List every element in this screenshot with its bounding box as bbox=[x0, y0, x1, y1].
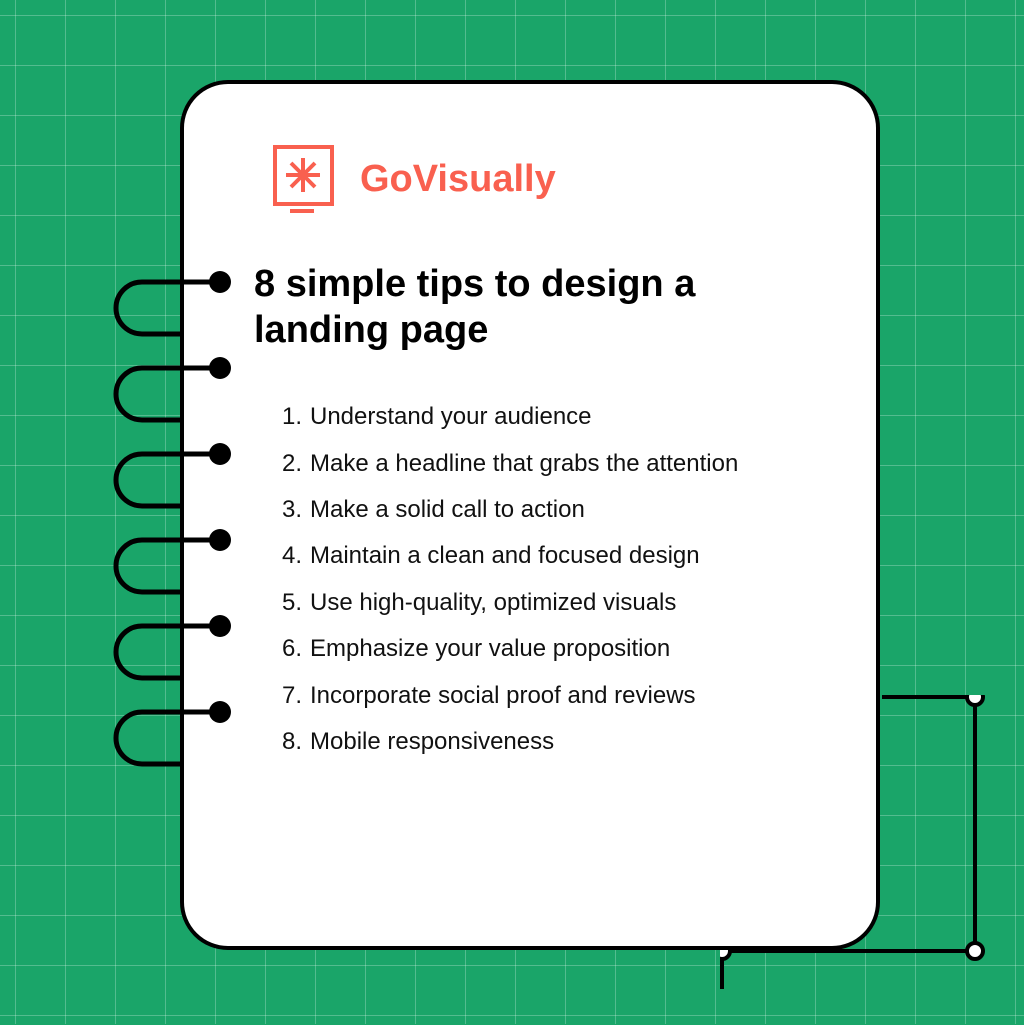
list-item: 5.Use high-quality, optimized visuals bbox=[274, 587, 816, 619]
spiral-binding-icon bbox=[110, 270, 250, 830]
brand-name: GoVisually bbox=[360, 158, 556, 201]
tips-list: 1.Understand your audience 2.Make a head… bbox=[254, 401, 816, 758]
list-item: 1.Understand your audience bbox=[274, 401, 816, 433]
tip-text: Maintain a clean and focused design bbox=[310, 540, 816, 572]
tip-text: Understand your audience bbox=[310, 401, 816, 433]
tip-text: Make a solid call to action bbox=[310, 494, 816, 526]
list-item: 6.Emphasize your value proposition bbox=[274, 633, 816, 665]
notepad-card: GoVisually 8 simple tips to design a lan… bbox=[180, 80, 880, 950]
tip-number: 5. bbox=[274, 587, 302, 619]
list-item: 4.Maintain a clean and focused design bbox=[274, 540, 816, 572]
brand-row: GoVisually bbox=[272, 144, 816, 214]
tip-number: 2. bbox=[274, 448, 302, 480]
tip-text: Emphasize your value proposition bbox=[310, 633, 816, 665]
tip-number: 3. bbox=[274, 494, 302, 526]
tip-number: 8. bbox=[274, 726, 302, 758]
tip-number: 4. bbox=[274, 540, 302, 572]
list-item: 3.Make a solid call to action bbox=[274, 494, 816, 526]
page-title: 8 simple tips to design a landing page bbox=[254, 262, 816, 353]
tip-text: Make a headline that grabs the attention bbox=[310, 448, 816, 480]
tip-text: Incorporate social proof and reviews bbox=[310, 680, 816, 712]
tip-number: 1. bbox=[274, 401, 302, 433]
tip-number: 7. bbox=[274, 680, 302, 712]
list-item: 7.Incorporate social proof and reviews bbox=[274, 680, 816, 712]
brand-logo-icon bbox=[272, 144, 342, 214]
list-item: 2.Make a headline that grabs the attenti… bbox=[274, 448, 816, 480]
tip-text: Mobile responsiveness bbox=[310, 726, 816, 758]
list-item: 8.Mobile responsiveness bbox=[274, 726, 816, 758]
tip-number: 6. bbox=[274, 633, 302, 665]
tip-text: Use high-quality, optimized visuals bbox=[310, 587, 816, 619]
